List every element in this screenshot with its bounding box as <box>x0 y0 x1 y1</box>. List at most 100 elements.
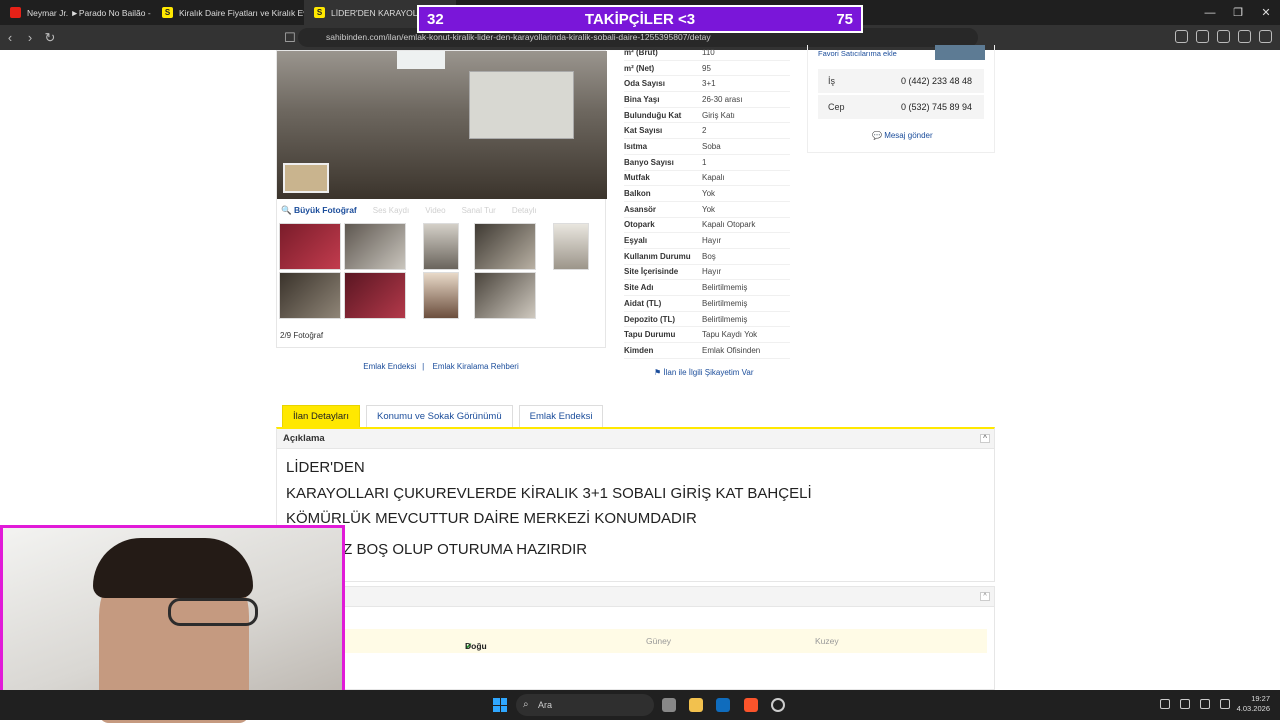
virtual-tour-button: Sanal Tur <box>461 205 496 215</box>
detail-row: m² (Brüt) 110 <box>624 45 790 61</box>
microphone-icon[interactable] <box>1180 699 1190 709</box>
photo-cabinet <box>469 71 574 139</box>
reload-icon[interactable]: ↻ <box>40 30 60 46</box>
detail-row: Isıtma Soba <box>624 139 790 155</box>
detail-row: Balkon Yok <box>624 186 790 202</box>
tab-title: Neymar Jr. ►Parado No Bailão - MC <box>27 7 152 18</box>
windows-start-icon[interactable] <box>493 698 507 712</box>
vpn-icon[interactable] <box>1238 30 1251 43</box>
big-photo-button[interactable]: 🔍 Büyük Fotoğraf <box>281 205 357 216</box>
detail-row: Kat Sayısı 2 <box>624 123 790 140</box>
detail-row: Mutfak Kapalı <box>624 171 790 187</box>
facade-north: Kuzey <box>815 636 839 646</box>
detail-row: Site İçerisinde Hayır <box>624 265 790 281</box>
detail-row: Kullanım Durumu Boş <box>624 249 790 265</box>
overlay-left-count: 32 <box>427 10 444 28</box>
taskbar: Ara ⌕ 19:27 4.03.2026 <box>0 690 1280 720</box>
thumbnail[interactable] <box>423 272 459 319</box>
facade-row: ✔ Doğu Güney Kuzey <box>335 629 987 653</box>
sidebar-icon[interactable] <box>1196 30 1209 43</box>
description-line: KARAYOLLARI ÇUKUREVLERDE KİRALIK 3+1 SOB… <box>286 485 812 502</box>
detail-row: Bina Yaşı 26-30 arası <box>624 92 790 108</box>
thumbnail[interactable] <box>344 272 406 319</box>
listing-details: m² (Brüt) 110 m² (Net) 95 Oda Sayısı 3+1 Bi… <box>624 45 790 359</box>
detail-row: Site Adı Belirtilmemiş <box>624 280 790 296</box>
window-controls: — ❐ ✕ <box>1196 0 1280 25</box>
collapse-icon[interactable]: ^ <box>980 592 990 601</box>
phone-row-mobile: Cep 0 (532) 745 89 94 <box>818 95 984 119</box>
phone-label: İş <box>828 76 836 86</box>
thumbnail[interactable] <box>344 223 406 270</box>
back-icon[interactable]: ‹ <box>0 30 20 45</box>
send-message-button[interactable]: 💬 Mesaj gönder <box>872 131 933 140</box>
taskbar-search[interactable]: Ara <box>516 694 654 716</box>
agency-logo <box>283 163 329 193</box>
thumbnail[interactable] <box>279 223 341 270</box>
chevron-up-icon[interactable] <box>1160 699 1170 709</box>
detail-row: Oda Sayısı 3+1 <box>624 76 790 93</box>
thumbnail[interactable] <box>474 223 536 270</box>
photo-count: 2/9 Fotoğraf <box>280 331 324 340</box>
youtube-icon <box>10 7 21 18</box>
facade-heading: ^ <box>277 587 994 607</box>
description-panel: Açıklama ^ LİDER'DEN KARAYOLLARI ÇUKUREV… <box>276 427 995 582</box>
phone-number[interactable]: 0 (532) 745 89 94 <box>901 102 972 112</box>
thumbnail[interactable] <box>474 272 536 319</box>
sahibinden-icon: S <box>314 7 325 18</box>
tab-emlak-endeksi[interactable]: Emlak Endeksi <box>518 405 604 427</box>
tab-location[interactable]: Konumu ve Sokak Görünümü <box>365 405 513 427</box>
audio-button: Ses Kaydı <box>372 205 410 215</box>
photo-gallery: 🔍 Büyük Fotoğraf Ses Kaydı Video Sanal T… <box>276 50 607 348</box>
gallery-toolbar: 🔍 Büyük Fotoğraf Ses Kaydı Video Sanal T… <box>277 201 607 219</box>
task-view-icon[interactable] <box>662 698 676 712</box>
bookmark-icon[interactable]: ☐ <box>280 30 300 46</box>
store-icon[interactable] <box>716 698 730 712</box>
extension-icons <box>1175 30 1272 43</box>
description-line: LİDER'DEN <box>286 459 365 476</box>
browser-tab-neymar[interactable]: Neymar Jr. ►Parado No Bailão - MC <box>0 0 152 25</box>
phone-row-work: İş 0 (442) 233 48 48 <box>818 69 984 93</box>
seller-image <box>935 45 985 60</box>
facade-south: Güney <box>646 636 672 646</box>
collapse-icon[interactable]: ^ <box>980 434 990 443</box>
gallery-links: Emlak Endeksi | Emlak Kiralama Rehberi <box>363 362 519 371</box>
detail-row: Kimden Emlak Ofisinden <box>624 343 790 359</box>
video-button: Video <box>425 205 446 215</box>
detail-row: Bulunduğu Kat Giriş Katı <box>624 108 790 124</box>
facade-panel: ^ ✔ Doğu Güney Kuzey <box>276 586 995 690</box>
wallet-icon[interactable] <box>1217 30 1230 43</box>
network-icon[interactable] <box>1200 699 1210 709</box>
forward-icon[interactable]: › <box>20 30 40 45</box>
photo-window <box>397 51 445 69</box>
system-tray <box>1160 699 1230 709</box>
detail-row: m² (Net) 95 <box>624 61 790 77</box>
detail-row: Asansör Yok <box>624 202 790 218</box>
main-photo[interactable] <box>277 51 607 199</box>
brave-browser-icon[interactable] <box>744 698 758 712</box>
clock[interactable]: 19:27 4.03.2026 <box>1237 694 1270 714</box>
kiralama-rehberi-link[interactable]: Emlak Kiralama Rehberi <box>432 362 518 371</box>
emlak-endeksi-link[interactable]: Emlak Endeksi <box>363 362 416 371</box>
close-icon[interactable]: ✕ <box>1252 0 1280 25</box>
contact-box: Favori Satıcılarıma ekle İş 0 (442) 233 … <box>807 45 995 153</box>
detail-row: Eşyalı Hayır <box>624 233 790 249</box>
description-line: İZ BOŞ OLUP OTURUMA HAZIRDIR <box>339 541 588 558</box>
menu-icon[interactable] <box>1259 30 1272 43</box>
file-explorer-icon[interactable] <box>689 698 703 712</box>
thumbnail[interactable] <box>553 223 589 270</box>
volume-icon[interactable] <box>1220 699 1230 709</box>
section-tabs: İlan Detayları Konumu ve Sokak Görünümü … <box>282 405 604 427</box>
extensions-icon[interactable] <box>1175 30 1188 43</box>
tab-listing-details[interactable]: İlan Detayları <box>282 405 360 427</box>
minimize-icon[interactable]: — <box>1196 0 1224 25</box>
browser-tab-kiralik[interactable]: S Kiralık Daire Fiyatları ve Kiralık Ev … <box>152 0 304 25</box>
complaint-link[interactable]: ⚑ İlan ile İlgili Şikayetim Var <box>654 368 754 377</box>
phone-number[interactable]: 0 (442) 233 48 48 <box>901 76 972 86</box>
thumbnail[interactable] <box>279 272 341 319</box>
maximize-icon[interactable]: ❐ <box>1224 0 1252 25</box>
follower-overlay: 32 TAKİPÇİLER <3 75 <box>417 5 863 33</box>
thumbnail[interactable] <box>423 223 459 270</box>
detail-row: Aidat (TL) Belirtilmemiş <box>624 296 790 312</box>
favorite-seller-link[interactable]: Favori Satıcılarıma ekle <box>818 49 897 58</box>
obs-icon[interactable] <box>771 698 785 712</box>
